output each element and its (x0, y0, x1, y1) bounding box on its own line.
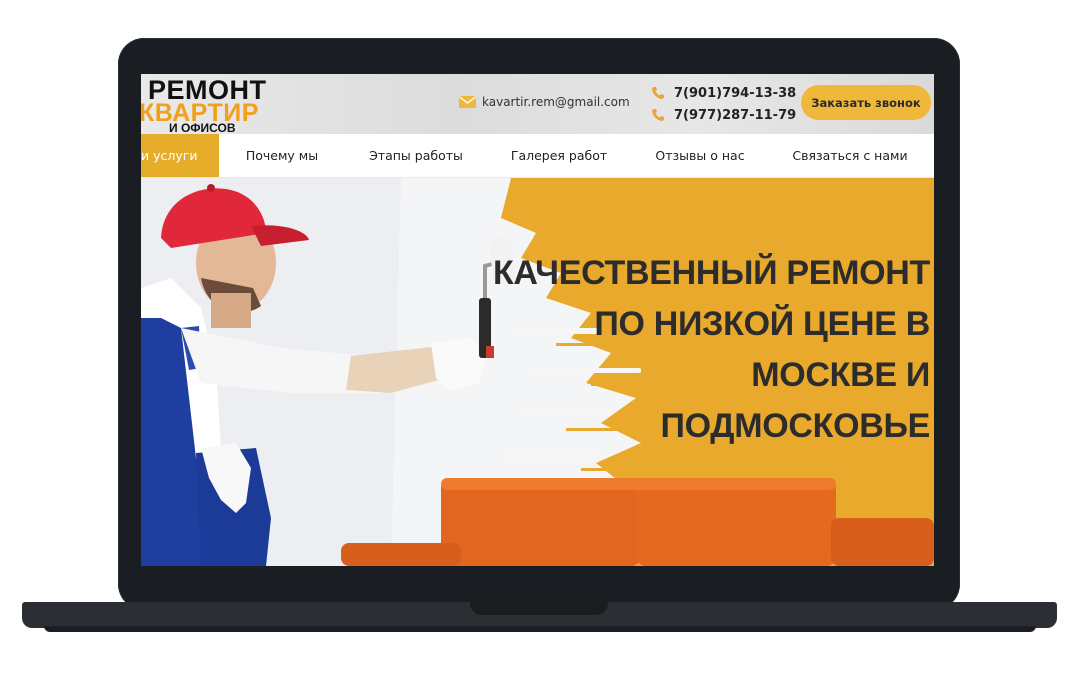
laptop-screen: РЕМОНТ КВАРТИР И ОФИСОВ kavartir.rem@gma… (141, 74, 934, 566)
phone-number-1: 7(901)794-13-38 (674, 85, 797, 101)
laptop-notch (470, 602, 608, 615)
nav-item-services[interactable]: и услуги (141, 134, 219, 177)
phone-number-2: 7(977)287-11-79 (674, 107, 797, 123)
phone-row-1[interactable]: 7(901)794-13-38 (651, 82, 796, 104)
headline-line-4: ПОДМОСКОВЬЕ (660, 407, 930, 445)
nav-item-contact[interactable]: Связаться с нами (789, 134, 911, 177)
nav-item-gallery[interactable]: Галерея работ (503, 134, 615, 177)
site-logo[interactable]: РЕМОНТ КВАРТИР И ОФИСОВ (141, 76, 305, 135)
headline-line-3: МОСКВЕ И (751, 356, 930, 394)
mail-icon (459, 96, 476, 108)
email-text: kavartir.rem@gmail.com (482, 95, 630, 109)
phone-row-2[interactable]: 7(977)287-11-79 (651, 104, 796, 126)
nav-item-why-us[interactable]: Почему мы (229, 134, 335, 177)
headline-line-1: КАЧЕСТВЕННЫЙ РЕМОНТ (492, 254, 930, 292)
order-call-button[interactable]: Заказать звонок (801, 85, 931, 120)
header-email[interactable]: kavartir.rem@gmail.com (459, 94, 630, 110)
site-header: РЕМОНТ КВАРТИР И ОФИСОВ kavartir.rem@gma… (141, 74, 934, 135)
main-nav: и услуги Почему мы Этапы работы Галерея … (141, 134, 934, 178)
nav-item-work-stages[interactable]: Этапы работы (361, 134, 471, 177)
headline-line-2: ПО НИЗКОЙ ЦЕНЕ В (594, 305, 930, 343)
hero-banner: КАЧЕСТВЕННЫЙ РЕМОНТ ПО НИЗКОЙ ЦЕНЕ В МОС… (141, 178, 934, 566)
phone-icon (651, 108, 665, 122)
hero-headline: КАЧЕСТВЕННЫЙ РЕМОНТ ПО НИЗКОЙ ЦЕНЕ В МОС… (470, 248, 930, 452)
nav-item-reviews[interactable]: Отзывы о нас (647, 134, 753, 177)
phone-icon (651, 86, 665, 100)
header-phones: 7(901)794-13-38 7(977)287-11-79 (651, 82, 796, 126)
laptop-base-edge (44, 626, 1036, 632)
